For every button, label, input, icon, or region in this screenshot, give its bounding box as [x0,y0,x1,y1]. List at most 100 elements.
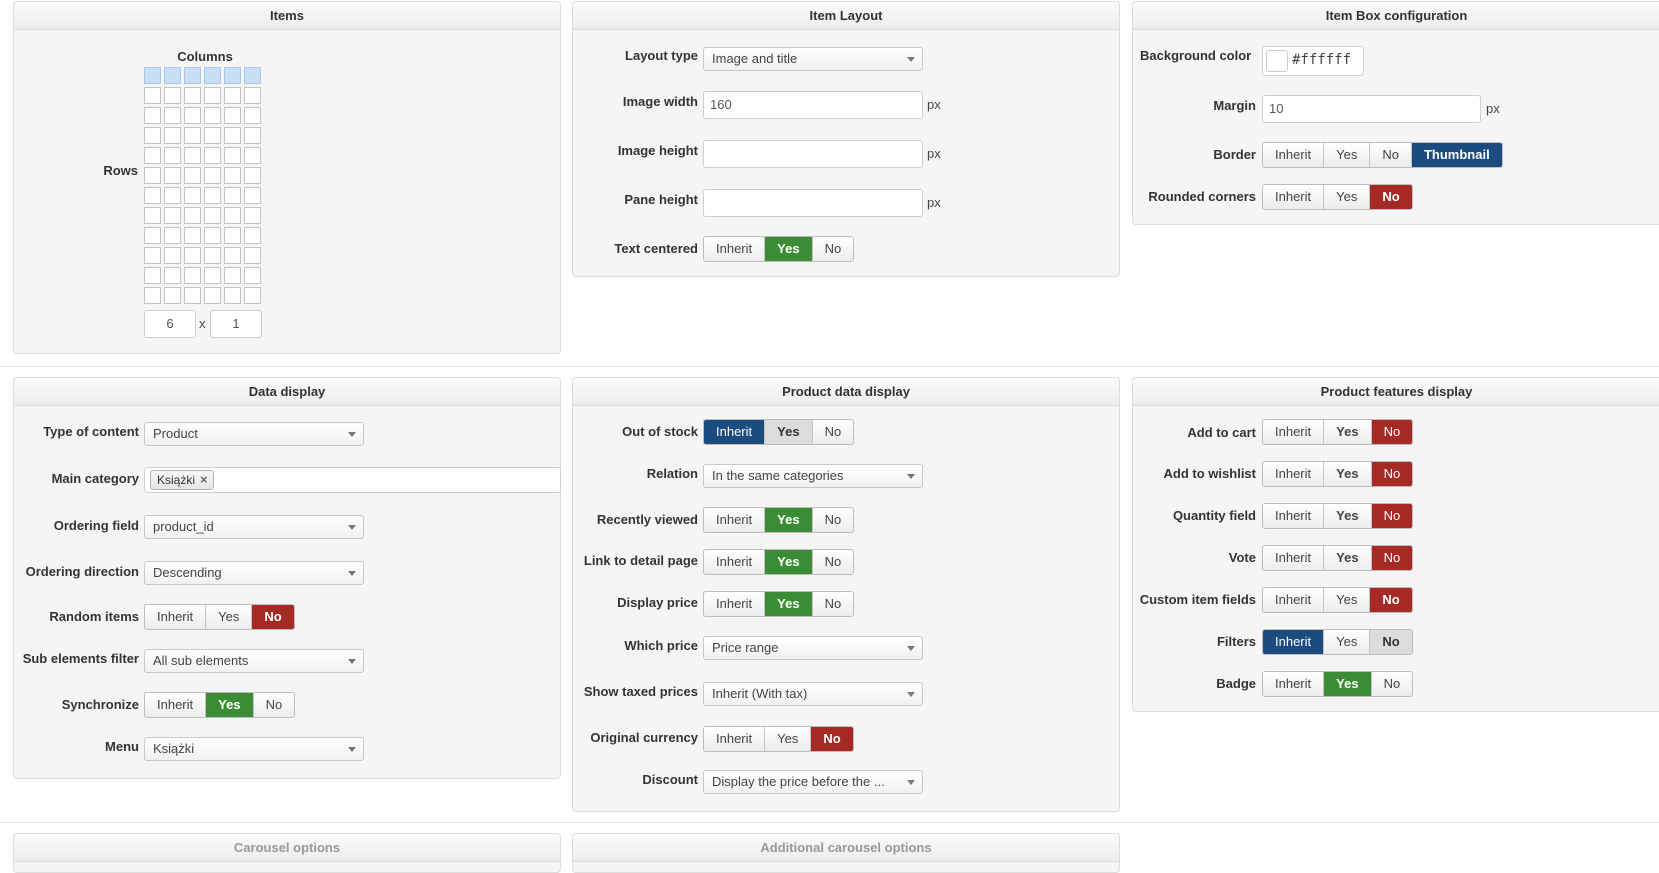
grid-cell[interactable] [164,107,181,124]
show-taxed-select[interactable]: Inherit (With tax) [703,682,923,706]
grid-cell[interactable] [204,207,221,224]
grid-cell[interactable] [244,227,261,244]
filters-yes[interactable]: Yes [1324,630,1371,654]
grid-cell[interactable] [204,127,221,144]
ordering-direction-select[interactable]: Descending [144,561,364,585]
grid-cell[interactable] [144,107,161,124]
display-price-inherit[interactable]: Inherit [704,592,766,616]
grid-cell[interactable] [184,287,201,304]
grid-cell[interactable] [224,187,241,204]
quantity-field-no[interactable]: No [1371,504,1413,528]
badge-yes[interactable]: Yes [1324,672,1372,696]
recently-viewed-toggle[interactable]: Inherit Yes No [703,507,855,533]
grid-cell[interactable] [144,67,161,84]
grid-cell[interactable] [184,67,201,84]
ordering-field-select[interactable]: product_id [144,515,364,539]
type-of-content-select[interactable]: Product [144,422,364,446]
synchronize-no[interactable]: No [254,693,295,717]
random-items-yes[interactable]: Yes [206,605,253,629]
items-grid-picker[interactable] [144,67,264,307]
grid-cell[interactable] [184,207,201,224]
grid-cell[interactable] [224,87,241,104]
border-yes[interactable]: Yes [1324,143,1371,167]
vote-toggle[interactable]: Inherit Yes No [1262,545,1414,571]
out-of-stock-no[interactable]: No [813,420,854,444]
grid-cell[interactable] [224,207,241,224]
link-detail-no[interactable]: No [813,550,854,574]
columns-count-input[interactable]: 6 [144,310,196,338]
sub-elements-filter-select[interactable]: All sub elements [144,649,364,673]
grid-cell[interactable] [164,207,181,224]
grid-cell[interactable] [144,227,161,244]
grid-cell[interactable] [244,147,261,164]
add-to-cart-yes[interactable]: Yes [1324,420,1372,444]
grid-cell[interactable] [184,127,201,144]
grid-cell[interactable] [184,247,201,264]
out-of-stock-yes[interactable]: Yes [765,420,813,444]
add-to-wishlist-toggle[interactable]: Inherit Yes No [1262,461,1414,487]
grid-cell[interactable] [164,287,181,304]
add-to-wishlist-no[interactable]: No [1371,462,1413,486]
grid-cell[interactable] [164,127,181,144]
grid-cell[interactable] [244,247,261,264]
grid-cell[interactable] [244,107,261,124]
quantity-field-yes[interactable]: Yes [1324,504,1372,528]
grid-cell[interactable] [144,147,161,164]
grid-cell[interactable] [204,87,221,104]
synchronize-yes[interactable]: Yes [206,693,254,717]
grid-cell[interactable] [224,167,241,184]
custom-fields-yes[interactable]: Yes [1324,588,1371,612]
border-inherit[interactable]: Inherit [1263,143,1325,167]
grid-cell[interactable] [244,187,261,204]
grid-cell[interactable] [144,167,161,184]
custom-fields-inherit[interactable]: Inherit [1263,588,1325,612]
text-centered-yes[interactable]: Yes [765,237,813,261]
grid-cell[interactable] [184,147,201,164]
grid-cell[interactable] [184,167,201,184]
image-width-input[interactable]: 160 [703,91,923,119]
grid-cell[interactable] [144,187,161,204]
random-items-no[interactable]: No [252,605,294,629]
grid-cell[interactable] [244,67,261,84]
remove-tag-icon[interactable]: × [200,472,208,487]
grid-cell[interactable] [204,107,221,124]
border-no[interactable]: No [1370,143,1412,167]
grid-cell[interactable] [244,287,261,304]
grid-cell[interactable] [224,67,241,84]
add-to-wishlist-yes[interactable]: Yes [1324,462,1372,486]
vote-inherit[interactable]: Inherit [1263,546,1325,570]
grid-cell[interactable] [164,267,181,284]
original-currency-inherit[interactable]: Inherit [704,727,766,751]
relation-select[interactable]: In the same categories [703,464,923,488]
custom-fields-toggle[interactable]: Inherit Yes No [1262,587,1413,613]
grid-cell[interactable] [224,107,241,124]
rounded-inherit[interactable]: Inherit [1263,185,1325,209]
grid-cell[interactable] [144,87,161,104]
out-of-stock-toggle[interactable]: Inherit Yes No [703,419,855,445]
grid-cell[interactable] [204,67,221,84]
vote-yes[interactable]: Yes [1324,546,1372,570]
grid-cell[interactable] [204,247,221,264]
original-currency-yes[interactable]: Yes [765,727,812,751]
grid-cell[interactable] [224,127,241,144]
display-price-toggle[interactable]: Inherit Yes No [703,591,855,617]
discount-select[interactable]: Display the price before the ... [703,770,923,794]
grid-cell[interactable] [204,227,221,244]
grid-cell[interactable] [144,267,161,284]
grid-cell[interactable] [244,207,261,224]
random-items-toggle[interactable]: Inherit Yes No [144,604,295,630]
link-detail-inherit[interactable]: Inherit [704,550,766,574]
text-centered-toggle[interactable]: Inherit Yes No [703,236,855,262]
grid-cell[interactable] [164,187,181,204]
grid-cell[interactable] [184,107,201,124]
border-toggle[interactable]: Inherit Yes No Thumbnail [1262,142,1503,168]
border-thumbnail[interactable]: Thumbnail [1411,143,1502,167]
which-price-select[interactable]: Price range [703,636,923,660]
random-items-inherit[interactable]: Inherit [145,605,207,629]
grid-cell[interactable] [164,167,181,184]
original-currency-toggle[interactable]: Inherit Yes No [703,726,854,752]
grid-cell[interactable] [204,287,221,304]
rounded-corners-toggle[interactable]: Inherit Yes No [1262,184,1413,210]
grid-cell[interactable] [164,87,181,104]
grid-cell[interactable] [144,247,161,264]
